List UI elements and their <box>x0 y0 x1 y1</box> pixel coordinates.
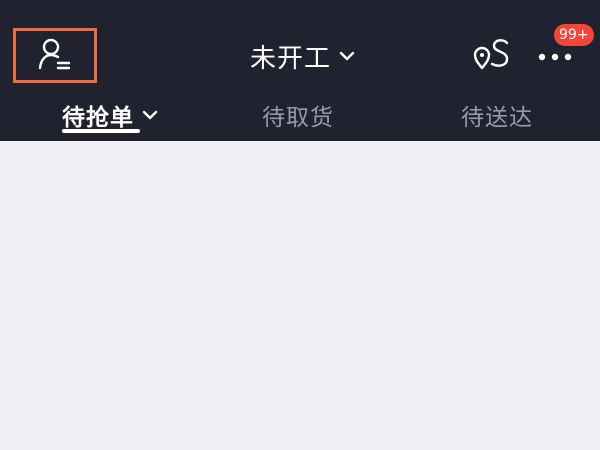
top-bar: 未开工 99+ 待抢单 待取货 待送达 <box>0 0 600 141</box>
tab-label: 待送达 <box>461 104 533 131</box>
more-dots-icon <box>538 46 572 65</box>
order-list-area <box>0 141 600 450</box>
route-button[interactable] <box>472 38 512 74</box>
tab-label: 待抢单 <box>62 104 134 131</box>
notification-badge: 99+ <box>554 24 594 46</box>
chevron-down-icon <box>339 50 355 62</box>
work-status-label: 未开工 <box>250 43 332 74</box>
active-tab-indicator <box>62 129 140 133</box>
tab-label: 待取货 <box>262 104 334 131</box>
route-pin-icon <box>473 37 511 75</box>
user-list-icon <box>38 37 72 75</box>
chevron-down-icon <box>142 109 158 121</box>
profile-button[interactable] <box>13 28 97 83</box>
work-status-dropdown[interactable]: 未开工 <box>250 36 355 76</box>
tab-pending-pickup[interactable]: 待取货 <box>262 92 334 137</box>
tab-pending-delivery[interactable]: 待送达 <box>461 92 533 137</box>
